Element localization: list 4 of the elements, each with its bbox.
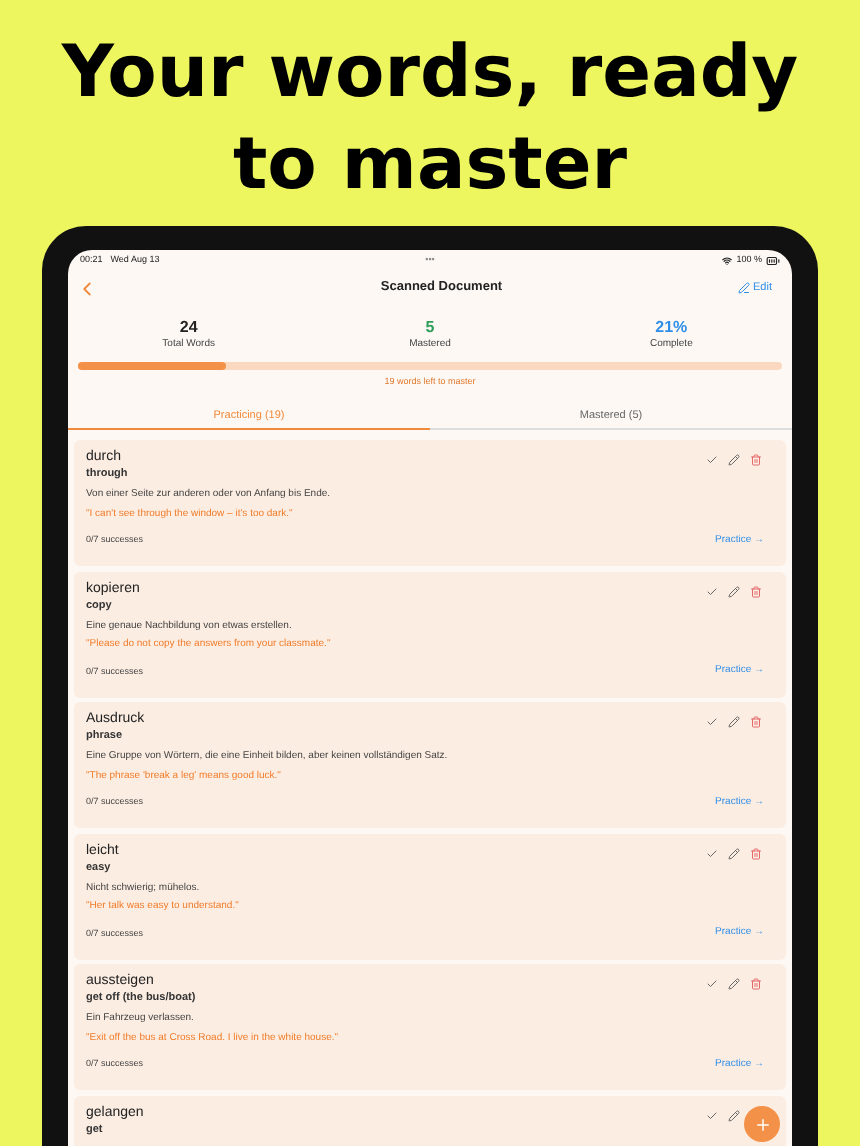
headline: Your words, ready to master xyxy=(59,30,801,210)
stat-value: 5 xyxy=(425,318,435,338)
stat-value: 21% xyxy=(655,318,688,338)
stat-value: 24 xyxy=(179,318,198,338)
